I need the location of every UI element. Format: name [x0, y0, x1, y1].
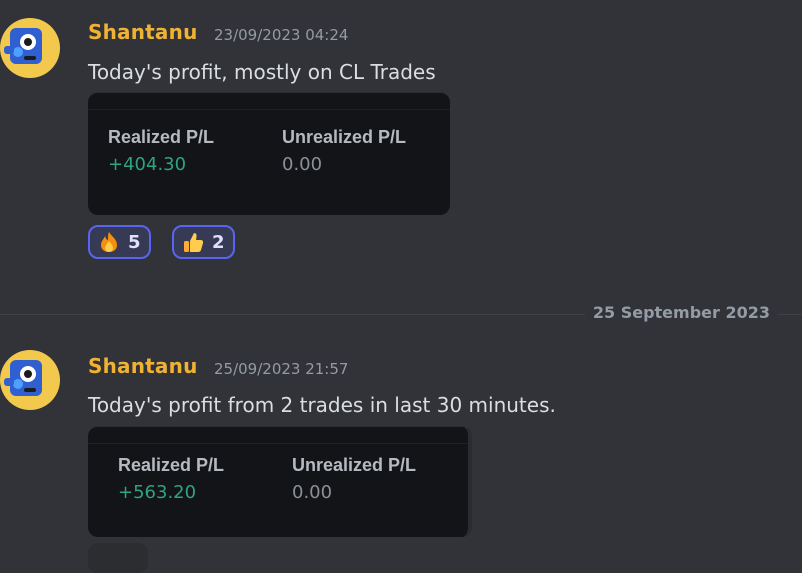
- realized-column: Realized P/L +563.20: [118, 455, 224, 503]
- realized-label: Realized P/L: [118, 455, 225, 475]
- embed-divider: [88, 443, 468, 444]
- username[interactable]: Shantanu: [88, 354, 198, 378]
- timestamp: 25/09/2023 21:57: [214, 360, 349, 378]
- message-2: Shantanu 25/09/2023 21:57 Today's profit…: [0, 0, 802, 573]
- reaction-partial[interactable]: [88, 543, 148, 573]
- realized-value: +563.20: [118, 482, 197, 503]
- message-text: Today's profit from 2 trades in last 30 …: [88, 393, 556, 417]
- unrealized-label: Unrealized P/L: [292, 455, 417, 475]
- unrealized-column: Unrealized P/L 0.00: [292, 455, 416, 503]
- avatar[interactable]: [0, 350, 60, 410]
- unrealized-value: 0.00: [292, 482, 333, 503]
- trade-embed: Realized P/L +563.20 Unrealized P/L 0.00: [88, 426, 472, 537]
